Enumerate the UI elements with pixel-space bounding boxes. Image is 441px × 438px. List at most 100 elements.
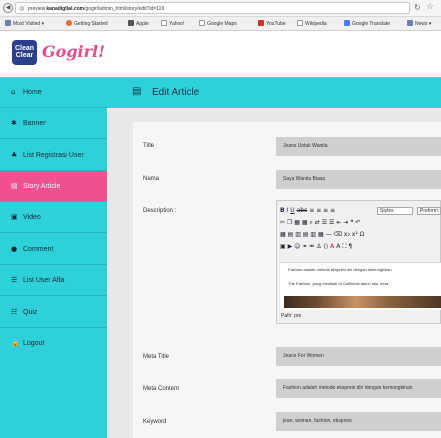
bookmark-youtube[interactable]: YouTube: [258, 20, 286, 27]
cell-props-icon[interactable]: ▥: [295, 231, 301, 238]
sidebar-item-logout[interactable]: 🔒 Logout: [0, 328, 107, 359]
emoticon-icon[interactable]: ☺: [294, 243, 300, 250]
find-icon[interactable]: ⌕: [309, 219, 312, 226]
sidebar-item-list-user-alfa[interactable]: ☰ List User Alfa: [0, 265, 107, 296]
code-icon[interactable]: ⟨⟩: [324, 243, 329, 250]
subscript-icon[interactable]: x₂: [344, 231, 350, 238]
bookmark-most-visited[interactable]: Most Visited ▾: [5, 20, 44, 27]
bookmarks-bar: Most Visited ▾ Getting Started Apple Yah…: [0, 17, 441, 31]
justify-icon[interactable]: ≡: [330, 207, 335, 214]
bookmark-wikipedia[interactable]: Wikipedia: [297, 20, 327, 27]
sidebar-item-label: List Registrasi User: [23, 152, 84, 159]
align-center-icon[interactable]: ≡: [316, 207, 321, 214]
font-color-icon[interactable]: A: [330, 243, 334, 250]
unlink-icon[interactable]: ⚮: [309, 243, 314, 250]
back-icon[interactable]: ◀: [3, 3, 13, 13]
bookmark-apple[interactable]: Apple: [128, 20, 149, 27]
bookmark-news[interactable]: News ▾: [407, 20, 431, 27]
title-label: Title: [143, 143, 155, 149]
sidebar-item-label: Video: [23, 214, 41, 221]
meta-content-input[interactable]: Fashion adalah metode ekspresi diri deng…: [276, 379, 441, 398]
sidebar-item-comment[interactable]: ● Comment: [0, 234, 107, 265]
brand-name[interactable]: Gogirl!: [42, 42, 105, 61]
cut-icon[interactable]: ✂: [280, 219, 285, 226]
special-char-icon[interactable]: Ω: [360, 231, 365, 238]
page-icon: [297, 20, 303, 26]
insert-row-icon[interactable]: ▤: [303, 231, 309, 238]
numbered-list-icon[interactable]: ☰: [329, 219, 334, 226]
paste-icon[interactable]: ▦: [294, 219, 300, 226]
bookmark-star-icon[interactable]: ☆: [426, 2, 434, 12]
sidebar-item-banner[interactable]: ✱ Banner: [0, 108, 107, 139]
sidebar-item-home[interactable]: ⌂ Home: [0, 77, 107, 108]
bookmark-yahoo[interactable]: Yahoo!: [161, 20, 184, 27]
blockquote-icon[interactable]: ❝: [350, 219, 353, 226]
anchor-icon[interactable]: ⚓: [316, 243, 321, 250]
folder-icon: [407, 20, 413, 26]
lock-icon: 🔒: [11, 339, 20, 347]
sidebar-item-label: Home: [23, 89, 42, 96]
bookmark-google-translate[interactable]: Google Translate: [344, 20, 390, 27]
sidebar-item-label: Quiz: [23, 309, 38, 316]
bg-color-icon[interactable]: A: [336, 243, 340, 250]
sidebar-item-list-registrasi-user[interactable]: ♣ List Registrasi User: [0, 140, 107, 171]
title-input[interactable]: Jeans Untuk Wanita: [276, 137, 441, 156]
row-props-icon[interactable]: ▤: [288, 231, 294, 238]
media-icon[interactable]: ▶: [288, 243, 293, 250]
sidebar-item-video[interactable]: ▣ Video: [0, 202, 107, 233]
editor-content[interactable]: Fashion adalah metode ekspresi diri deng…: [280, 262, 441, 310]
replace-icon[interactable]: ⇄: [315, 219, 320, 226]
undo-icon[interactable]: ↶: [355, 219, 360, 226]
editor-toolbar-row-3: ▦ ▤ ▥ ▤ ▥ ▦ ― ⌫ x₂ x² Ω: [280, 231, 364, 240]
sidebar-item-label: List User Alfa: [23, 277, 65, 284]
bold-button[interactable]: B: [280, 207, 285, 214]
delete-row-icon[interactable]: ▥: [310, 231, 316, 238]
remove-format-icon[interactable]: ⌫: [333, 231, 341, 238]
bookmark-google-maps[interactable]: Google Maps: [199, 20, 237, 27]
insert-col-icon[interactable]: ▦: [318, 231, 324, 238]
editor-path: Path: pre: [281, 313, 302, 319]
superscript-icon[interactable]: x²: [352, 231, 358, 238]
outdent-icon[interactable]: ⇤: [336, 219, 341, 226]
sidebar: ⌂ Home ✱ Banner ♣ List Registrasi User ▤…: [0, 77, 107, 438]
image-icon[interactable]: ▣: [280, 243, 286, 250]
paste-text-icon[interactable]: ▦: [302, 219, 308, 226]
keyword-input[interactable]: jean, woman, fashion, ekspresi: [276, 412, 441, 431]
italic-button[interactable]: I: [287, 207, 289, 214]
editor-toolbar-row-2: ✂ ❐ ▦ ▦ ⌕ ⇄ ☰ ☰ ⇤ ⇥ ❝ ↶: [280, 219, 360, 228]
list-icon: ☰: [11, 276, 18, 284]
address-field[interactable]: ◍ preview.kanadigital.com/gogirl/admin_h…: [15, 2, 410, 14]
bullet-list-icon[interactable]: ☰: [322, 219, 327, 226]
format-select[interactable]: Preform: [417, 207, 441, 215]
sidebar-item-quiz[interactable]: ☷ Quiz: [0, 297, 107, 328]
page-icon: [161, 20, 167, 26]
styles-select[interactable]: Styles: [377, 207, 413, 215]
pilcrow-icon[interactable]: ¶: [348, 243, 352, 250]
underline-button[interactable]: U: [290, 207, 294, 214]
meta-title-label: Meta Title: [143, 354, 170, 360]
indent-icon[interactable]: ⇥: [343, 219, 348, 226]
home-icon: ⌂: [11, 88, 16, 96]
sidebar-item-label: Story Article: [23, 183, 61, 190]
apple-icon: [128, 20, 134, 26]
table-icon[interactable]: ▦: [280, 231, 286, 238]
strikethrough-button[interactable]: abc: [297, 207, 308, 214]
fullscreen-icon[interactable]: ⛶: [342, 243, 346, 250]
copy-icon[interactable]: ❐: [287, 219, 292, 226]
align-right-icon[interactable]: ≡: [323, 207, 328, 214]
youtube-icon: [258, 20, 264, 26]
article-image[interactable]: [284, 296, 441, 308]
meta-title-input[interactable]: Jeans For Women: [276, 347, 441, 366]
clean-clear-logo[interactable]: Clean Clear: [12, 40, 37, 65]
sidebar-item-story-article[interactable]: ▤ Story Article: [0, 171, 107, 202]
bookmark-getting-started[interactable]: Getting Started: [66, 20, 108, 27]
logo-line-2: Clear: [15, 52, 34, 59]
nama-input[interactable]: Saya Wanita Biasa: [276, 170, 441, 189]
hr-icon[interactable]: ―: [326, 231, 332, 238]
reload-icon[interactable]: ↻: [414, 3, 421, 12]
keyword-label: Keyword: [143, 419, 167, 425]
firefox-icon: [66, 20, 72, 26]
link-icon[interactable]: ⚭: [302, 243, 307, 250]
description-editor[interactable]: B I U abc ≡ ≡ ≡ ≡ Styles Preform ✂ ❐ ▦ ▦…: [276, 200, 441, 324]
align-left-icon[interactable]: ≡: [309, 207, 314, 214]
